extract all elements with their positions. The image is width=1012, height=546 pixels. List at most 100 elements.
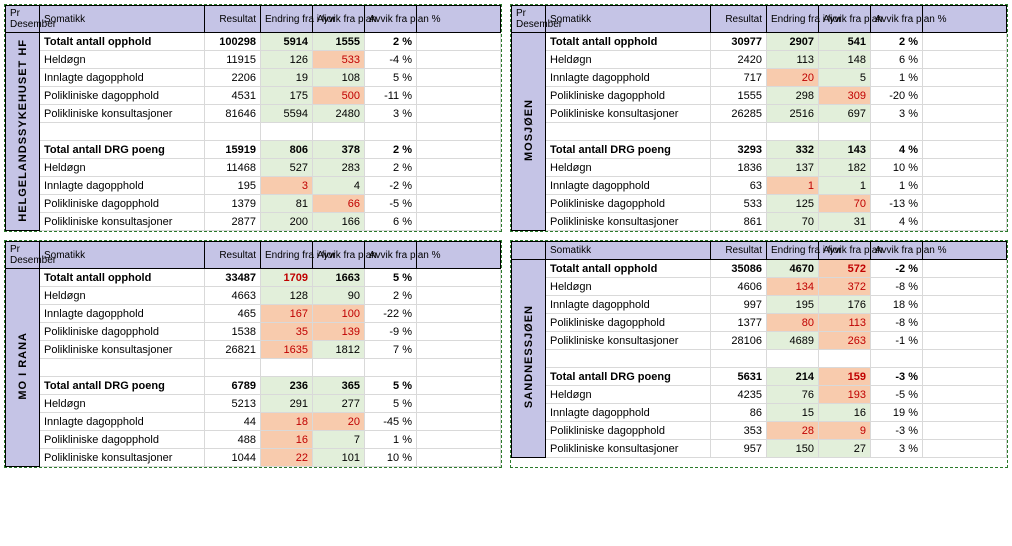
row-label: Total antall DRG poeng [40,377,205,395]
row-label: Innlagte dagopphold [40,177,205,195]
cell: 11468 [205,159,261,177]
cell: 2516 [767,105,819,123]
table-row: Heldøgn52132912775 % [6,395,501,413]
table-row: Polikliniske dagopphold53312570-13 % [512,195,1007,213]
cell: 22 [261,449,313,467]
table-row [512,350,1007,368]
row-label: Heldøgn [40,51,205,69]
cell: 2480 [313,105,365,123]
cell: 18 % [871,296,923,314]
cell: 5213 [205,395,261,413]
cell: 1555 [313,33,365,51]
cell: 1 % [871,69,923,87]
cell: 182 [819,159,871,177]
row-label: Innlagte dagopphold [546,404,711,422]
table-row: Polikliniske konsultasjoner957150273 % [512,440,1007,458]
cell: 5631 [711,368,767,386]
row-label: Heldøgn [546,386,711,404]
row-label: Polikliniske konsultasjoner [546,213,711,231]
cell: 4670 [767,260,819,278]
cell: 697 [819,105,871,123]
col-devp: Avvik fra plan % [871,6,923,33]
cell: 2 % [365,159,417,177]
table-row: Innlagte dagopphold7172051 % [512,69,1007,87]
cell: 1836 [711,159,767,177]
cell: 195 [205,177,261,195]
cell: 1379 [205,195,261,213]
data-table: Pr DesemberSomatikkResultatEndring fra i… [5,5,501,231]
unit-label: SANDNESSJØEN [512,260,546,458]
cell: -22 % [365,305,417,323]
col-devp: Avvik fra plan % [365,242,417,269]
panel-sand: SomatikkResultatEndring fra i fjorAvvik … [510,240,1008,468]
cell: 175 [261,87,313,105]
table-row: Innlagte dagopphold441820-45 % [6,413,501,431]
cell: -20 % [871,87,923,105]
cell: 66 [313,195,365,213]
cell: 283 [313,159,365,177]
col-dev: Avvik fra plan [313,6,365,33]
cell: 372 [819,278,871,296]
cell: 957 [711,440,767,458]
unit-label: HELGELANDSSYKEHUSET HF [6,33,40,231]
cell: 298 [767,87,819,105]
row-label: Polikliniske konsultasjoner [546,105,711,123]
cell: 18 [261,413,313,431]
cell: 139 [313,323,365,341]
cell: 6789 [205,377,261,395]
col-dev: Avvik fra plan [819,242,871,260]
row-label: Polikliniske konsultasjoner [40,341,205,359]
row-label: Polikliniske dagopphold [546,422,711,440]
cell: -2 % [365,177,417,195]
table-row [6,123,501,141]
cell: 1044 [205,449,261,467]
col-cat: Somatikk [40,242,205,269]
table-row: Polikliniske konsultasjoner28772001666 % [6,213,501,231]
cell: 35 [261,323,313,341]
cell: 128 [261,287,313,305]
data-table: Pr DesemberSomatikkResultatEndring fra i… [5,241,501,467]
row-label: Polikliniske konsultasjoner [546,440,711,458]
col-chg: Endring fra i fjor [767,6,819,33]
table-row: Heldøgn423576193-5 % [512,386,1007,404]
table-row: Polikliniske konsultasjoner2628525166973… [512,105,1007,123]
row-label: Total antall DRG poeng [40,141,205,159]
cell: 214 [767,368,819,386]
period-label: Pr Desember [6,6,40,33]
cell: 2907 [767,33,819,51]
col-cat: Somatikk [546,242,711,260]
table-row: Heldøgn24201131486 % [512,51,1007,69]
row-label: Polikliniske dagopphold [40,323,205,341]
cell: 806 [261,141,313,159]
row-label: Totalt antall opphold [546,33,711,51]
cell: 6 % [871,51,923,69]
cell: 1635 [261,341,313,359]
table-row: Heldøgn114685272832 % [6,159,501,177]
table-row: Total antall DRG poeng67892363655 % [6,377,501,395]
cell: 125 [767,195,819,213]
col-dev: Avvik fra plan [313,242,365,269]
cell: 1 [819,177,871,195]
cell: 10 % [871,159,923,177]
cell: 5914 [261,33,313,51]
col-chg: Endring fra i fjor [261,242,313,269]
panel-rana: Pr DesemberSomatikkResultatEndring fra i… [4,240,502,468]
cell: 137 [767,159,819,177]
cell: 143 [819,141,871,159]
cell: 2 % [365,33,417,51]
cell: 3 % [871,105,923,123]
period-label: Pr Desember [6,242,40,269]
table-row: Heldøgn11915126533-4 % [6,51,501,69]
col-res: Resultat [711,6,767,33]
row-label: Polikliniske konsultasjoner [40,449,205,467]
cell: 193 [819,386,871,404]
row-label: Heldøgn [40,159,205,177]
cell: 15919 [205,141,261,159]
cell: 195 [767,296,819,314]
row-label: Heldøgn [40,287,205,305]
col-dev: Avvik fra plan [819,6,871,33]
cell: 4 [313,177,365,195]
table-row [512,123,1007,141]
cell: 76 [767,386,819,404]
row-label: Totalt antall opphold [40,269,205,287]
